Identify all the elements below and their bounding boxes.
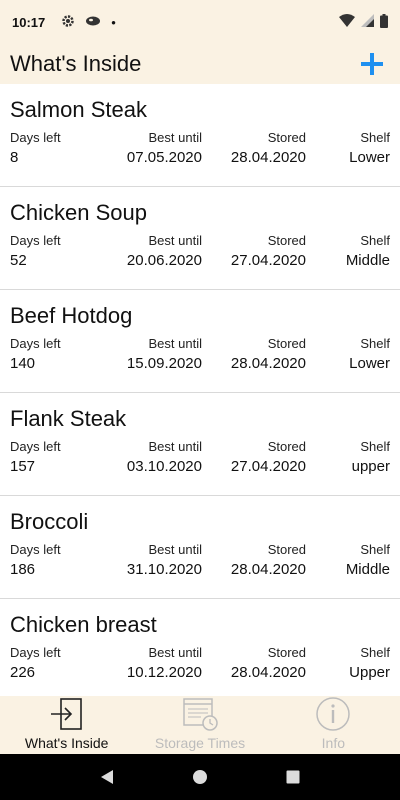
item-name: Broccoli [10,509,89,534]
status-bar: 10:17 • [0,0,400,44]
best-until-value: 15.09.2020 [126,355,202,372]
info-icon [315,696,351,732]
add-item-button[interactable] [354,46,390,82]
plus-icon [361,53,383,75]
enter-icon [49,696,85,732]
signal-icon [361,14,374,30]
days-left-value: 226 [10,664,36,681]
status-dot: • [111,14,116,30]
notification-icon [85,15,101,30]
wifi-icon [339,14,355,30]
settings-icon [61,14,75,31]
bottom-nav: What's Inside Storage Times Info [0,696,400,754]
stored-value: 27.04.2020 [230,458,306,475]
list-item[interactable]: Chicken breast Days left Best until Stor… [0,599,400,696]
best-until-value: 31.10.2020 [126,561,202,578]
home-icon [192,770,207,784]
stored-value: 28.04.2020 [230,355,306,372]
best-until-value: 07.05.2020 [126,149,202,166]
battery-icon [380,13,388,31]
stored-label: Stored [267,439,306,454]
stored-label: Stored [267,336,306,351]
days-left-label: Days left [10,233,61,248]
app-bar: What's Inside [0,44,400,84]
recents-icon [286,770,300,784]
shelf-value: Middle [345,252,390,269]
page-title: What's Inside [10,51,142,76]
item-name: Chicken Soup [10,200,147,225]
item-name: Flank Steak [10,406,127,431]
shelf-label: Shelf [360,336,390,351]
list-item[interactable]: Salmon Steak Days left Best until Stored… [0,84,400,187]
best-until-value: 03.10.2020 [126,458,202,475]
best-until-value: 20.06.2020 [126,252,202,269]
shelf-value: upper [351,458,390,475]
tab-storage-times[interactable]: Storage Times [133,696,266,754]
item-name: Beef Hotdog [10,303,133,328]
days-left-value: 186 [10,561,36,578]
stored-value: 27.04.2020 [230,252,306,269]
recents-button[interactable] [273,757,313,797]
best-until-label: Best until [148,439,202,454]
item-name: Salmon Steak [10,97,147,122]
list-item[interactable]: Flank Steak Days left Best until Stored … [0,393,400,496]
home-button[interactable] [180,757,220,797]
stored-label: Stored [267,645,306,660]
best-until-label: Best until [148,130,202,145]
stored-value: 28.04.2020 [230,561,306,578]
shelf-label: Shelf [360,233,390,248]
shelf-label: Shelf [360,542,390,557]
days-left-label: Days left [10,336,61,351]
tab-label: What's Inside [24,735,109,751]
stored-label: Stored [267,542,306,557]
shelf-label: Shelf [360,439,390,454]
days-left-label: Days left [10,542,61,557]
shelf-value: Upper [349,664,390,681]
status-time: 10:17 [12,14,46,30]
tab-label: Storage Times [154,735,246,751]
best-until-label: Best until [148,233,202,248]
list-item[interactable]: Broccoli Days left Best until Stored She… [0,496,400,599]
days-left-value: 157 [10,458,36,475]
back-button[interactable] [87,757,127,797]
days-left-value: 8 [10,149,19,166]
best-until-label: Best until [148,645,202,660]
shelf-value: Lower [349,149,390,166]
tab-info[interactable]: Info [267,696,400,754]
stored-label: Stored [267,233,306,248]
shelf-label: Shelf [360,130,390,145]
back-icon [100,770,113,784]
days-left-label: Days left [10,439,61,454]
stored-label: Stored [267,130,306,145]
shelf-value: Middle [345,561,390,578]
item-list[interactable]: Salmon Steak Days left Best until Stored… [0,84,400,696]
item-name: Chicken breast [10,612,157,637]
stored-value: 28.04.2020 [230,149,306,166]
days-left-value: 52 [10,252,27,269]
tab-whats-inside[interactable]: What's Inside [0,696,133,754]
list-item[interactable]: Chicken Soup Days left Best until Stored… [0,187,400,290]
stored-value: 28.04.2020 [230,664,306,681]
system-nav-bar [0,754,400,800]
best-until-label: Best until [148,336,202,351]
shelf-label: Shelf [360,645,390,660]
best-until-value: 10.12.2020 [126,664,202,681]
calendar-clock-icon [181,696,219,732]
shelf-value: Lower [349,355,390,372]
tab-label: Info [321,735,345,751]
days-left-label: Days left [10,130,61,145]
best-until-label: Best until [148,542,202,557]
days-left-value: 140 [10,355,36,372]
days-left-label: Days left [10,645,61,660]
status-right [339,13,388,31]
list-item[interactable]: Beef Hotdog Days left Best until Stored … [0,290,400,393]
